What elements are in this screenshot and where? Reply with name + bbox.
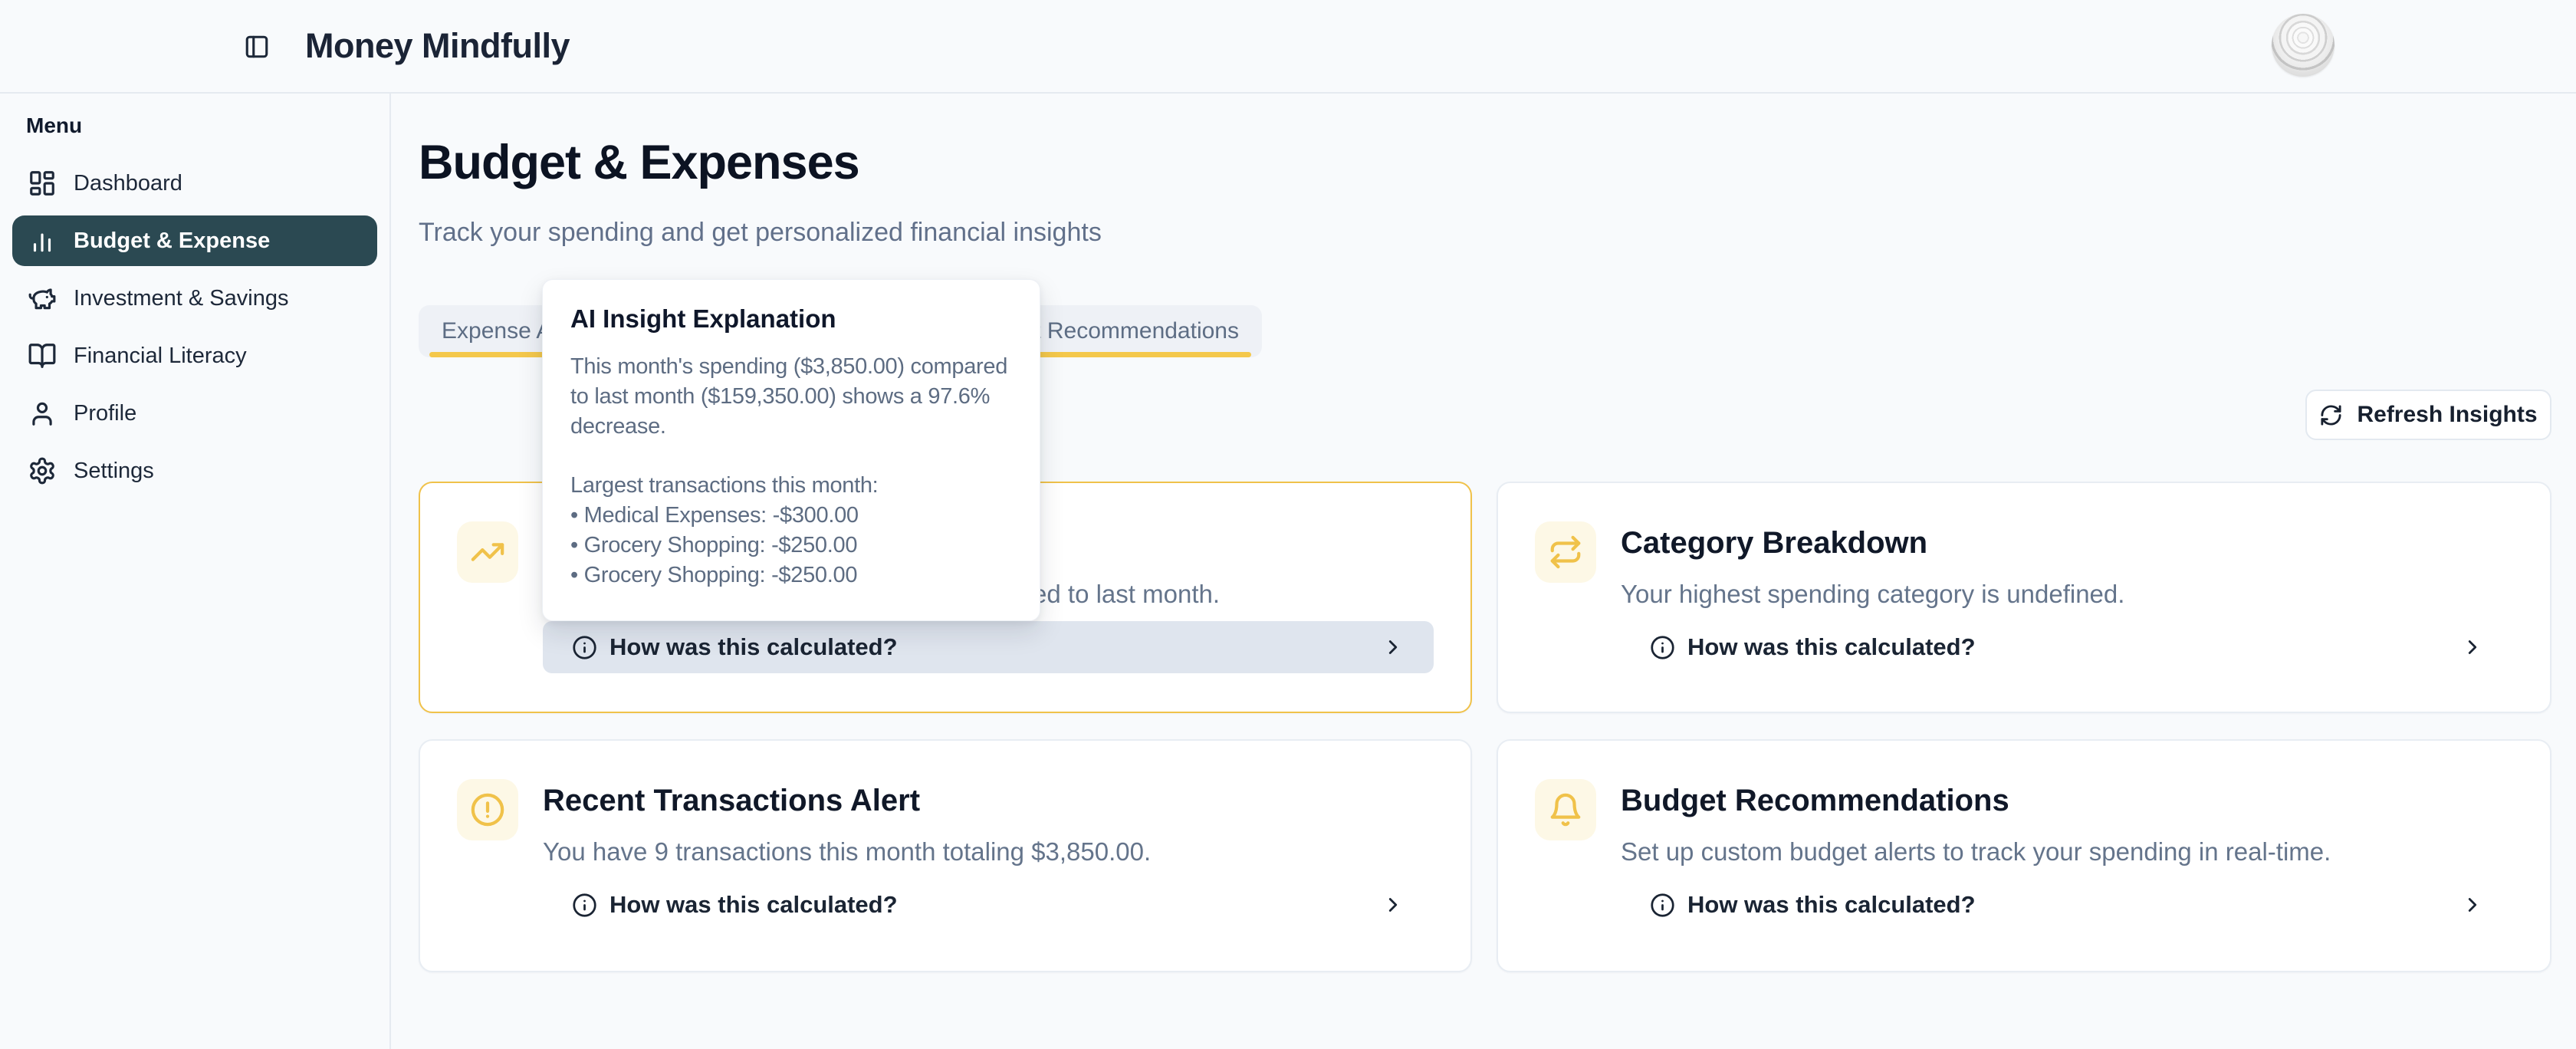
card-title: Category Breakdown	[1621, 526, 1927, 561]
sidebar-item-profile[interactable]: Profile	[12, 388, 377, 439]
app-header: Money Mindfully	[0, 0, 2576, 94]
tooltip-body: This month's spending ($3,850.00) compar…	[570, 352, 1012, 442]
card-subtitle: Your highest spending category is undefi…	[1621, 580, 2124, 609]
sidebar-item-settings[interactable]: Settings	[12, 446, 377, 496]
sidebar-item-dashboard[interactable]: Dashboard	[12, 158, 377, 209]
dashboard-icon	[28, 169, 57, 198]
sidebar-item-label: Investment & Savings	[74, 286, 288, 311]
info-icon	[572, 893, 597, 918]
repeat-icon	[1535, 521, 1596, 583]
user-icon	[28, 399, 57, 428]
sidebar-item-label: Budget & Expense	[74, 229, 270, 254]
chevron-right-icon	[1382, 636, 1405, 659]
tooltip-transactions: Largest transactions this month: • Medic…	[570, 471, 1012, 590]
sidebar-item-label: Settings	[74, 459, 154, 484]
sidebar-item-label: Profile	[74, 401, 136, 426]
how-calculated-row[interactable]: How was this calculated?	[1621, 621, 2513, 673]
tooltip-title: AI Insight Explanation	[570, 304, 1012, 334]
alert-circle-icon	[457, 779, 518, 840]
sidebar-item-label: Financial Literacy	[74, 344, 247, 369]
refresh-insights-label: Refresh Insights	[2357, 402, 2537, 428]
card-title: Budget Recommendations	[1621, 784, 2009, 818]
bar-chart-icon	[28, 226, 57, 255]
chevron-right-icon	[2461, 636, 2484, 659]
ai-insight-tooltip: AI Insight Explanation This month's spen…	[542, 279, 1040, 621]
chevron-right-icon	[1382, 893, 1405, 916]
card-budget-recommendations: Budget Recommendations Set up custom bud…	[1497, 739, 2551, 972]
how-calculated-row[interactable]: How was this calculated?	[1621, 879, 2513, 931]
sidebar-toggle-button[interactable]	[244, 34, 270, 60]
info-icon	[572, 635, 597, 660]
sidebar-item-budget-expense[interactable]: Budget & Expense	[12, 215, 377, 266]
avatar[interactable]	[2272, 14, 2334, 77]
chevron-right-icon	[2461, 893, 2484, 916]
book-open-icon	[28, 341, 57, 370]
info-icon	[1650, 635, 1675, 660]
sidebar: Menu Dashboard Budget & Expense Investme…	[0, 94, 391, 1049]
card-category-breakdown: Category Breakdown Your highest spending…	[1497, 482, 2551, 713]
how-calculated-label: How was this calculated?	[1687, 891, 1976, 919]
sidebar-item-financial-literacy[interactable]: Financial Literacy	[12, 330, 377, 381]
refresh-insights-button[interactable]: Refresh Insights	[2305, 390, 2551, 440]
bell-icon	[1535, 779, 1596, 840]
card-subtitle: You have 9 transactions this month total…	[543, 837, 1151, 866]
card-recent-transactions-alert: Recent Transactions Alert You have 9 tra…	[419, 739, 1472, 972]
how-calculated-label: How was this calculated?	[610, 633, 898, 661]
trending-up-icon	[457, 521, 518, 583]
how-calculated-label: How was this calculated?	[1687, 633, 1976, 661]
page-title: Budget & Expenses	[419, 135, 859, 190]
how-calculated-row[interactable]: How was this calculated?	[543, 879, 1434, 931]
panel-left-icon	[244, 34, 270, 60]
piggy-bank-icon	[28, 284, 57, 313]
how-calculated-row[interactable]: How was this calculated?	[543, 621, 1434, 673]
sidebar-item-investment-savings[interactable]: Investment & Savings	[12, 273, 377, 324]
app-title: Money Mindfully	[305, 26, 570, 66]
card-subtitle: Set up custom budget alerts to track you…	[1621, 837, 2331, 866]
page-subtitle: Track your spending and get personalized…	[419, 218, 1102, 248]
refresh-icon	[2319, 403, 2343, 427]
gear-icon	[28, 456, 57, 485]
how-calculated-label: How was this calculated?	[610, 891, 898, 919]
card-title: Recent Transactions Alert	[543, 784, 920, 818]
menu-section-label: Menu	[26, 113, 377, 138]
sidebar-item-label: Dashboard	[74, 171, 182, 196]
info-icon	[1650, 893, 1675, 918]
